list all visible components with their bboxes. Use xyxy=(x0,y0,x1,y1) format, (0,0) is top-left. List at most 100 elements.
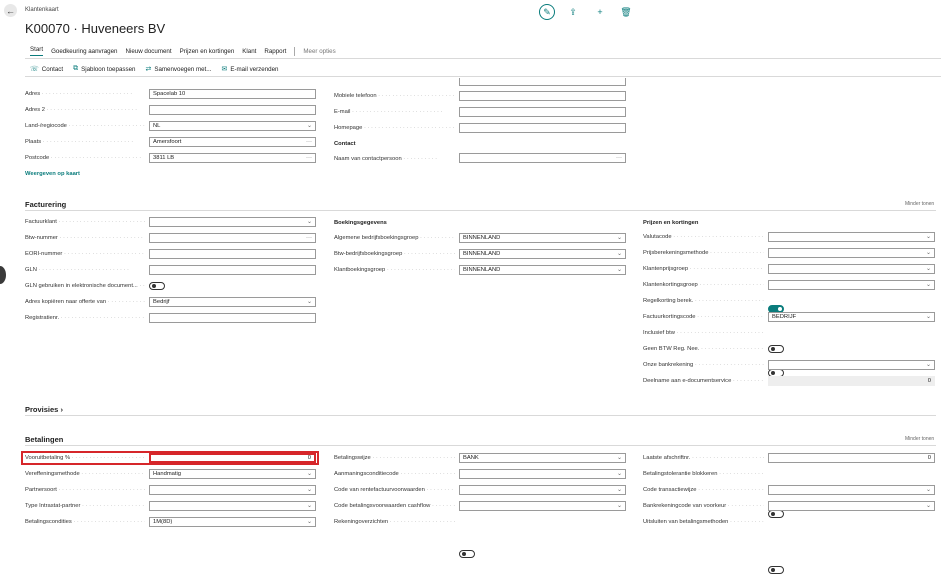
onze-bankrekening-field[interactable]: ⌄ xyxy=(768,360,935,370)
code-betalingsvoorwaarden-cashflow-field[interactable]: ⌄ xyxy=(459,501,626,511)
bankrekeningcode-van-voorkeur-field[interactable]: ⌄ xyxy=(768,501,935,511)
factuurklant-field[interactable]: ⌄ xyxy=(149,217,316,227)
adres-kopi-ren-naar-offerte-van-field[interactable]: Bedrijf ⌄ xyxy=(149,297,316,307)
share-button[interactable]: ⇪ xyxy=(565,4,581,20)
klantboekingsgroep-field[interactable]: BINNENLAND ⌄ xyxy=(459,265,626,275)
prijsberekeningsmethode-field[interactable]: ⌄ xyxy=(768,248,935,258)
lookup-icon[interactable]: ··· xyxy=(306,139,312,146)
lookup-icon[interactable]: ··· xyxy=(306,235,312,242)
side-handle[interactable] xyxy=(0,266,6,284)
menu-new-document[interactable]: Nieuw document xyxy=(125,48,171,55)
contact-action[interactable]: ☏ Contact xyxy=(30,65,63,74)
rekeningoverzichten-toggle[interactable] xyxy=(459,550,475,558)
chevron-down-icon[interactable]: ⌄ xyxy=(926,234,931,241)
postcode-field[interactable]: 3811 LB ··· xyxy=(149,153,316,163)
chevron-down-icon[interactable]: ⌄ xyxy=(926,266,931,273)
uitsluiten-van-betalingsmethoden-toggle[interactable] xyxy=(768,566,784,574)
homepage-label: Homepage · · · · · · · · · · · · · · · ·… xyxy=(334,125,455,131)
chevron-down-icon[interactable]: ⌄ xyxy=(926,250,931,257)
menu-start[interactable]: Start xyxy=(30,46,44,56)
chevron-down-icon[interactable]: ⌄ xyxy=(307,519,312,526)
delete-button[interactable]: 🗑 xyxy=(618,4,634,20)
facturering-title[interactable]: Facturering xyxy=(25,200,66,209)
apply-template-action[interactable]: ⧉ Sjabloon toepassen xyxy=(73,65,135,73)
menu-customer[interactable]: Klant xyxy=(242,48,256,55)
aanmaningsconditiecode-field[interactable]: ⌄ xyxy=(459,469,626,479)
klantenprijsgroep-field[interactable]: ⌄ xyxy=(768,264,935,274)
klantenkortingsgroep-field[interactable]: ⌄ xyxy=(768,280,935,290)
chevron-down-icon[interactable]: ⌄ xyxy=(617,487,622,494)
land-regiocode-field[interactable]: NL ⌄ xyxy=(149,121,316,131)
edit-button[interactable]: ✎ xyxy=(539,4,555,20)
valutacode-label: Valutacode · · · · · · · · · · · · · · ·… xyxy=(643,234,764,240)
partnersoort-label: Partnersoort · · · · · · · · · · · · · ·… xyxy=(25,487,145,493)
gln-field[interactable] xyxy=(149,265,316,275)
vereffeningsmethode-field[interactable]: Handmatig ⌄ xyxy=(149,469,316,479)
menu-prices-discounts[interactable]: Prijzen en kortingen xyxy=(180,48,235,55)
chevron-down-icon[interactable]: ⌄ xyxy=(307,123,312,130)
chevron-down-icon[interactable]: ⌄ xyxy=(307,487,312,494)
chevron-down-icon[interactable]: ⌄ xyxy=(926,314,931,321)
gln-gebruiken-in-elektronische-document-toggle[interactable] xyxy=(149,282,165,290)
chevron-down-icon[interactable]: ⌄ xyxy=(926,282,931,289)
chevron-down-icon[interactable]: ⌄ xyxy=(307,471,312,478)
valutacode-field[interactable]: ⌄ xyxy=(768,232,935,242)
plaats-field[interactable]: Amersfoort ··· xyxy=(149,137,316,147)
registratienr-label: Registratienr. · · · · · · · · · · · · ·… xyxy=(25,315,145,321)
code-betalingsvoorwaarden-cashflow-label: Code betalingsvoorwaarden cashflow · · ·… xyxy=(334,503,455,509)
plaats-label: Plaats · · · · · · · · · · · · · · · · ·… xyxy=(25,139,134,145)
chevron-down-icon[interactable]: ⌄ xyxy=(307,299,312,306)
mobiele-telefoon-field[interactable] xyxy=(459,91,626,101)
lookup-icon[interactable]: ··· xyxy=(306,155,312,162)
chevron-down-icon[interactable]: ⌄ xyxy=(617,235,622,242)
adres-2-field[interactable] xyxy=(149,105,316,115)
facturering-show-less[interactable]: Minder tonen xyxy=(905,201,934,207)
menu-more-options[interactable]: Meer opties xyxy=(303,48,335,55)
chevron-down-icon[interactable]: ⌄ xyxy=(617,471,622,478)
menu-report[interactable]: Rapport xyxy=(264,48,286,55)
phone-field-cut[interactable] xyxy=(459,78,626,86)
factuurkortingscode-field[interactable]: BEDRIJF ⌄ xyxy=(768,312,935,322)
back-button[interactable]: ← xyxy=(4,4,17,17)
adres-field[interactable]: Spacelab 10 xyxy=(149,89,316,99)
betalingen-title[interactable]: Betalingen xyxy=(25,435,63,444)
e-mail-field[interactable] xyxy=(459,107,626,117)
type-intrastat-partner-field[interactable]: ⌄ xyxy=(149,501,316,511)
betalingstolerantie-blokkeren-toggle[interactable] xyxy=(768,510,784,518)
mail-icon: ✉ xyxy=(221,66,228,73)
facturering-col1: Factuurklant · · · · · · · · · · · · · ·… xyxy=(0,0,945,323)
new-button[interactable]: + xyxy=(592,4,608,20)
betalingen-show-less[interactable]: Minder tonen xyxy=(905,436,934,442)
chevron-down-icon[interactable]: ⌄ xyxy=(307,503,312,510)
chevron-down-icon[interactable]: ⌄ xyxy=(617,455,622,462)
chevron-down-icon[interactable]: ⌄ xyxy=(617,267,622,274)
code-transactiewijze-field[interactable]: ⌄ xyxy=(768,485,935,495)
menu-approval[interactable]: Goedkeuring aanvragen xyxy=(51,48,117,55)
prices-heading: Prijzen en kortingen xyxy=(643,220,699,226)
btw-nummer-field[interactable]: ··· xyxy=(149,233,316,243)
chevron-down-icon[interactable]: ⌄ xyxy=(926,503,931,510)
chevron-down-icon[interactable]: ⌄ xyxy=(617,251,622,258)
inclusief-btw-toggle[interactable] xyxy=(768,345,784,353)
merge-action[interactable]: ⇄ Samenvoegen met... xyxy=(145,65,211,74)
send-email-action[interactable]: ✉ E-mail verzenden xyxy=(221,65,278,74)
chevron-down-icon[interactable]: ⌄ xyxy=(926,362,931,369)
partnersoort-field[interactable]: ⌄ xyxy=(149,485,316,495)
code-van-rentefactuurvoorwaarden-field[interactable]: ⌄ xyxy=(459,485,626,495)
rekeningoverzichten-label: Rekeningoverzichten · · · · · · · · · · … xyxy=(334,519,455,525)
mobiele-telefoon-label: Mobiele telefoon · · · · · · · · · · · ·… xyxy=(334,93,455,99)
chevron-down-icon[interactable]: ⌄ xyxy=(617,503,622,510)
betalingscondities-field[interactable]: 1M(8D) ⌄ xyxy=(149,517,316,527)
btw-bedrijfsboekingsgroep-field[interactable]: BINNENLAND ⌄ xyxy=(459,249,626,259)
contact-name-field[interactable]: ··· xyxy=(459,153,626,163)
eori-nummer-field[interactable] xyxy=(149,249,316,259)
show-on-map-link[interactable]: Weergeven op kaart xyxy=(25,171,80,177)
chevron-down-icon[interactable]: ⌄ xyxy=(307,219,312,226)
algemene-bedrijfsboekingsgroep-field[interactable]: BINNENLAND ⌄ xyxy=(459,233,626,243)
chevron-down-icon[interactable]: ⌄ xyxy=(926,487,931,494)
laatste-afschriftnr-field[interactable]: 0 xyxy=(768,453,935,463)
homepage-field[interactable] xyxy=(459,123,626,133)
provisies-title[interactable]: Provisies › xyxy=(25,405,63,414)
betalingswijze-field[interactable]: BANK ⌄ xyxy=(459,453,626,463)
registratienr-field[interactable] xyxy=(149,313,316,323)
